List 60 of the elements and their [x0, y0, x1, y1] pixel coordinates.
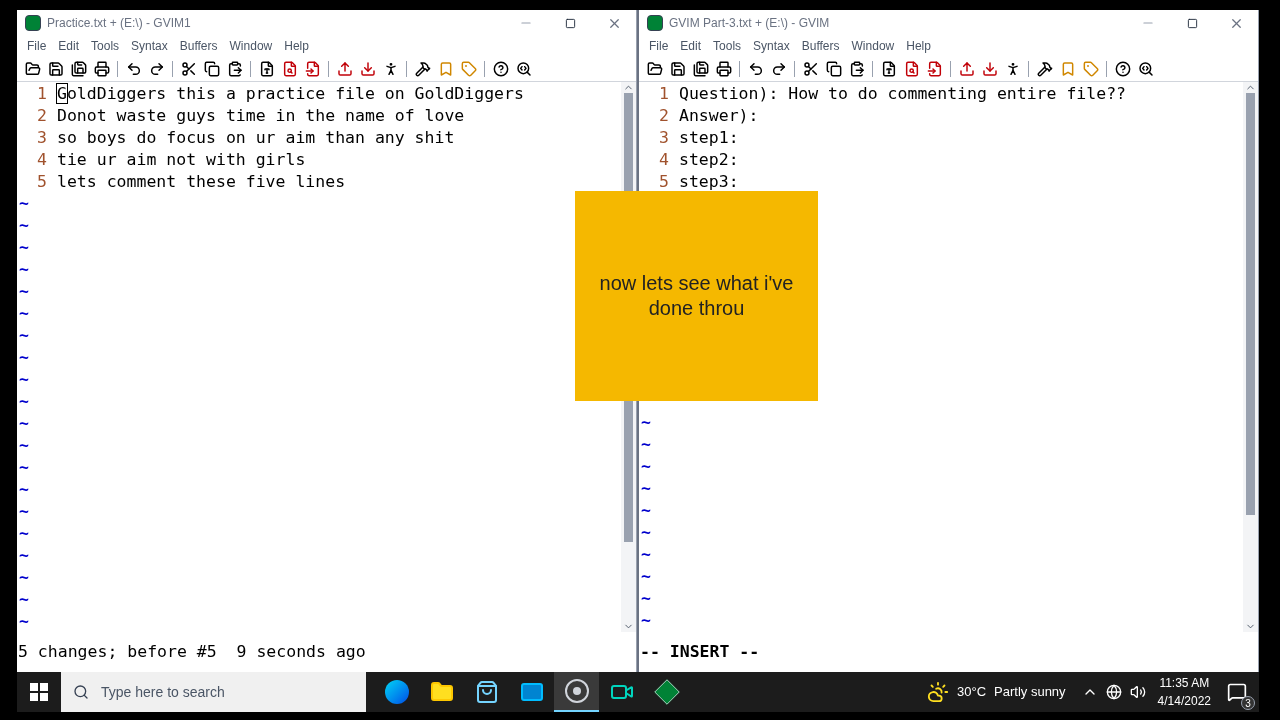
- empty-line-marker: ~: [19, 216, 29, 235]
- empty-line-marker: ~: [641, 413, 651, 432]
- line-number: 5: [36, 171, 48, 193]
- empty-line-marker: ~: [641, 435, 651, 454]
- clock-time: 11:35 AM: [1159, 675, 1210, 692]
- empty-line-marker: ~: [19, 480, 29, 499]
- weather-condition: Partly sunny: [994, 683, 1066, 702]
- empty-line-marker: ~: [19, 348, 29, 367]
- empty-line-marker: ~: [19, 568, 29, 587]
- window-title: GVIM Part-3.txt + (E:\) - GVIM: [669, 15, 830, 32]
- empty-line-marker: ~: [19, 392, 29, 411]
- line-number: 2: [36, 105, 48, 127]
- editor-line: Answer):: [679, 105, 759, 127]
- empty-line-marker: ~: [19, 612, 29, 631]
- empty-line-marker: ~: [19, 326, 29, 345]
- empty-line-marker: ~: [19, 436, 29, 455]
- line-number: 5: [658, 171, 670, 193]
- empty-line-marker: ~: [19, 458, 29, 477]
- line-number: 2: [658, 105, 670, 127]
- empty-line-marker: ~: [19, 304, 29, 323]
- empty-line-marker: ~: [641, 589, 651, 608]
- clock-date: 4/14/2022: [1157, 693, 1211, 710]
- empty-line-marker: ~: [641, 545, 651, 564]
- editor-line: step2:: [679, 149, 739, 171]
- line-number: 1: [36, 83, 48, 105]
- status-message: 5 changes; before #5 9 seconds ago: [18, 640, 366, 663]
- line-number: 3: [658, 127, 670, 149]
- line-number: 1: [658, 83, 670, 105]
- empty-line-marker: ~: [641, 479, 651, 498]
- empty-line-marker: ~: [19, 282, 29, 301]
- empty-line-marker: ~: [641, 523, 651, 542]
- empty-line-marker: ~: [641, 457, 651, 476]
- editor-line: tie ur aim not with girls: [57, 149, 306, 171]
- empty-line-marker: ~: [19, 546, 29, 565]
- empty-line-marker: ~: [641, 501, 651, 520]
- editor-line: GoldDiggers this a practice file on GoldDiggers: [57, 83, 524, 105]
- line-number: 4: [658, 149, 670, 171]
- empty-line-marker: ~: [19, 502, 29, 521]
- empty-line-marker: ~: [641, 611, 651, 630]
- window-title: Practice.txt + (E:\) - GVIM1: [47, 15, 191, 32]
- empty-line-marker: ~: [19, 260, 29, 279]
- temperature: 30°C: [957, 683, 987, 702]
- editor-line: step3:: [679, 171, 739, 193]
- annotation-tooltip: now lets see what i've done throu: [575, 191, 818, 401]
- empty-line-marker: ~: [19, 414, 29, 433]
- editor-line: Donot waste guys time in the name of love: [57, 105, 465, 127]
- editor-line: Question): How to do commenting entire file??: [679, 83, 1127, 105]
- empty-line-marker: ~: [19, 370, 29, 389]
- empty-line-marker: ~: [19, 194, 29, 213]
- editor-line: so boys do focus on ur aim than any shit: [57, 127, 455, 149]
- notification-count: 3: [1241, 696, 1255, 710]
- empty-line-marker: ~: [19, 524, 29, 543]
- empty-line-marker: ~: [641, 567, 651, 586]
- status-message: -- INSERT --: [640, 640, 760, 663]
- line-number: 4: [36, 149, 48, 171]
- line-number: 3: [36, 127, 48, 149]
- editor-line: step1:: [679, 127, 739, 149]
- empty-line-marker: ~: [19, 238, 29, 257]
- editor-line: lets comment these five lines: [57, 171, 346, 193]
- empty-line-marker: ~: [19, 590, 29, 609]
